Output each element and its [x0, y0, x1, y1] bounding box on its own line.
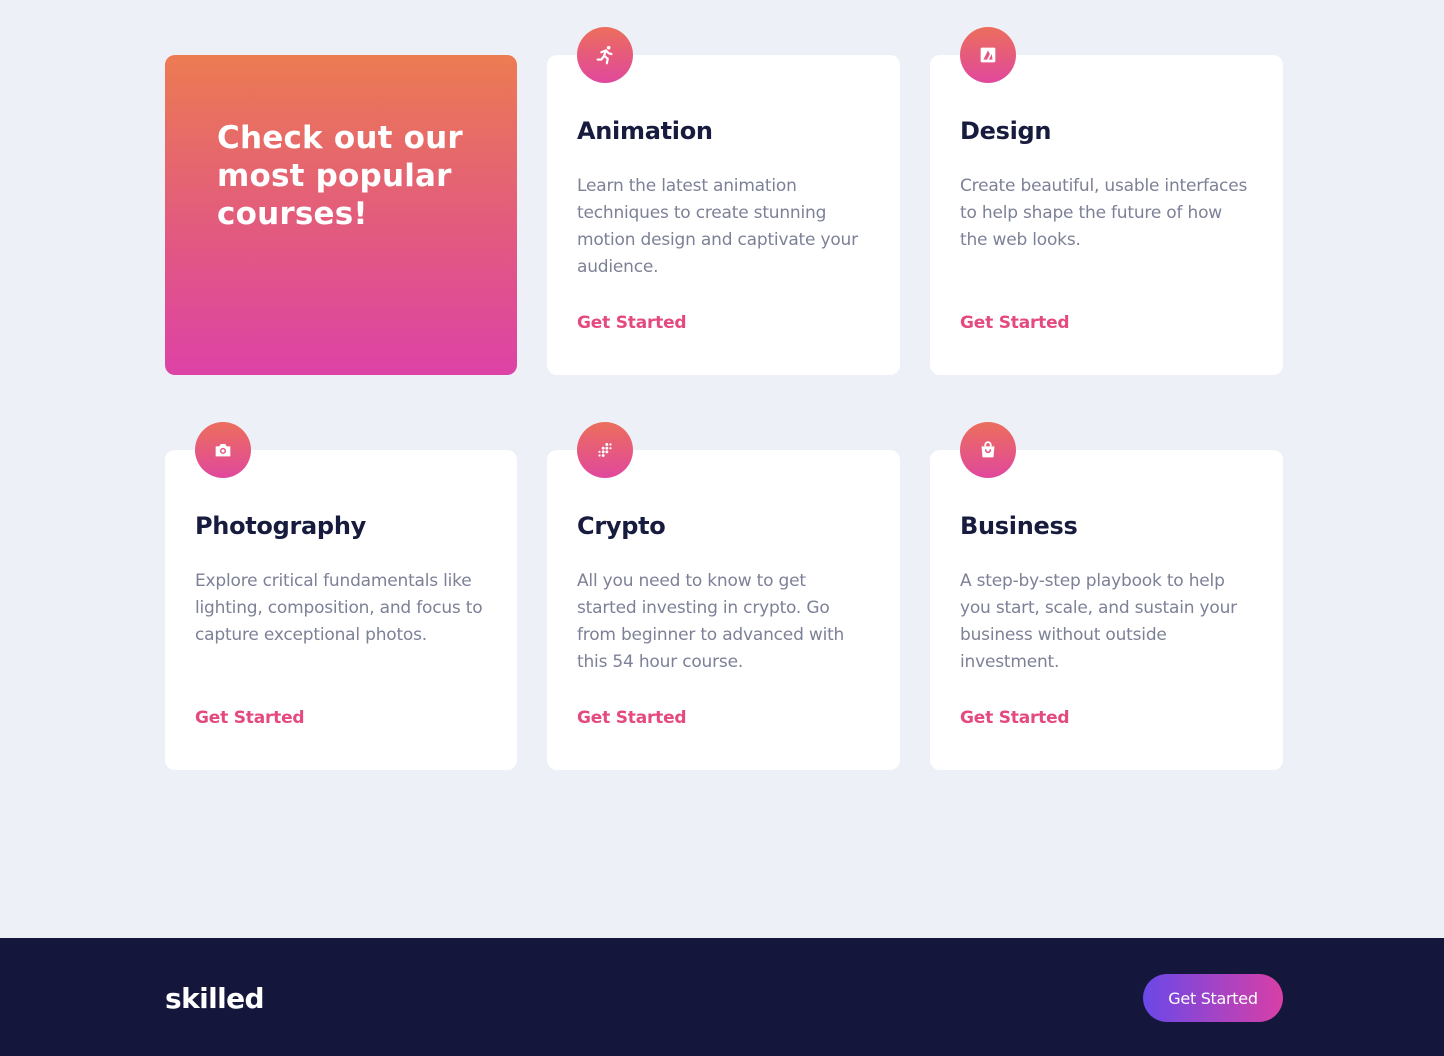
- course-description: All you need to know to get started inve…: [577, 571, 845, 672]
- course-title: Business: [960, 512, 1078, 540]
- get-started-link-business[interactable]: Get Started: [960, 708, 1070, 728]
- runner-icon: [596, 45, 613, 65]
- crypto-icon: [598, 443, 612, 457]
- course-description: Learn the latest animation techniques to…: [577, 176, 858, 277]
- shopping-bag-icon-badge: [960, 422, 1016, 478]
- shopping-bag-icon: [981, 441, 995, 458]
- course-description: A step-by-step playbook to help you star…: [960, 571, 1237, 672]
- hero-heading-line-1: Check out our: [217, 120, 463, 156]
- page: Check out our most popular courses! Anim…: [0, 0, 1444, 1056]
- course-title: Design: [960, 117, 1052, 145]
- course-card-animation: Animation Learn the latest animation tec…: [547, 27, 900, 375]
- course-card-design: Design Create beautiful, usable interfac…: [930, 27, 1283, 375]
- course-title: Photography: [195, 512, 366, 540]
- footer: skilled Get Started: [0, 938, 1444, 1056]
- course-card-crypto: Crypto All you need to know to get start…: [547, 422, 900, 770]
- hero-heading: Check out our most popular courses!: [217, 119, 465, 233]
- course-title: Crypto: [577, 512, 666, 540]
- footer-logo[interactable]: skilled: [165, 982, 265, 1016]
- get-started-link-design[interactable]: Get Started: [960, 313, 1070, 333]
- get-started-link-photography[interactable]: Get Started: [195, 708, 305, 728]
- course-description: Explore critical fundamentals like light…: [195, 571, 483, 645]
- hero-card: Check out our most popular courses!: [165, 55, 517, 375]
- get-started-link-crypto[interactable]: Get Started: [577, 708, 687, 728]
- hero-heading-line-3: courses!: [217, 196, 368, 232]
- get-started-link-animation[interactable]: Get Started: [577, 313, 687, 333]
- course-card-business: Business A step-by-step playbook to help…: [930, 422, 1283, 770]
- footer-get-started-button[interactable]: Get Started: [1143, 974, 1283, 1022]
- course-description: Create beautiful, usable interfaces to h…: [960, 176, 1248, 250]
- camera-icon-badge: [195, 422, 251, 478]
- courses-grid: Check out our most popular courses! Anim…: [165, 27, 1283, 770]
- runner-icon-badge: [577, 27, 633, 83]
- design-icon-badge: [960, 27, 1016, 83]
- course-card-photography: Photography Explore critical fundamental…: [165, 422, 517, 770]
- camera-icon: [215, 444, 231, 457]
- design-icon: [980, 47, 996, 63]
- course-title: Animation: [577, 117, 713, 145]
- hero-heading-line-2: most popular: [217, 158, 452, 194]
- crypto-icon-badge: [577, 422, 633, 478]
